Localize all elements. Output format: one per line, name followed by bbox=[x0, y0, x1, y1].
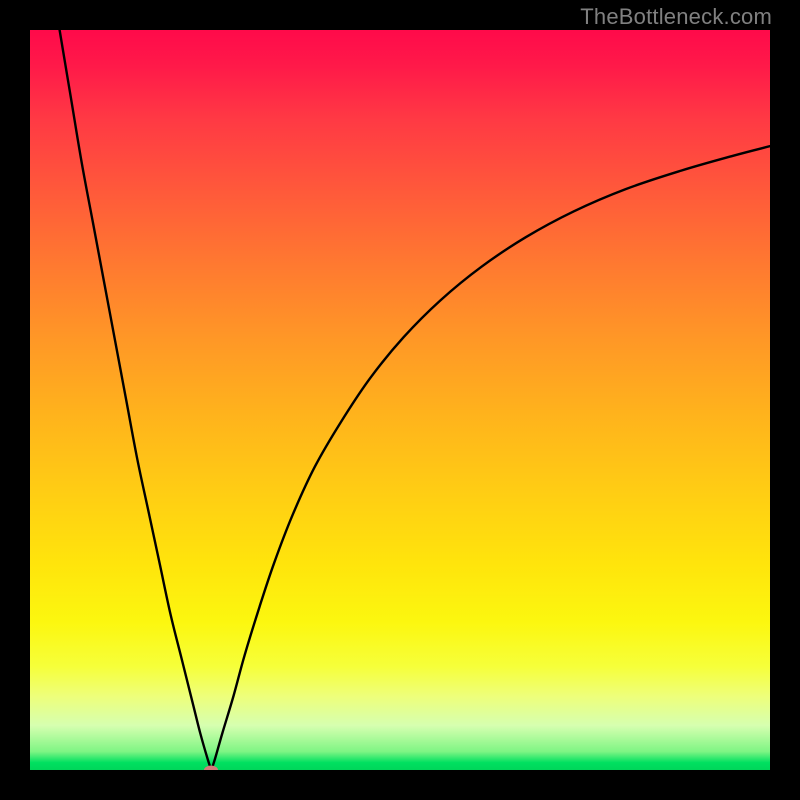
curve-layer bbox=[30, 30, 770, 770]
watermark-text: TheBottleneck.com bbox=[580, 4, 772, 30]
curve-left-branch bbox=[60, 30, 212, 770]
minimum-marker bbox=[204, 766, 218, 771]
plot-area bbox=[30, 30, 770, 770]
chart-frame: TheBottleneck.com bbox=[0, 0, 800, 800]
curve-right-branch bbox=[211, 146, 770, 770]
